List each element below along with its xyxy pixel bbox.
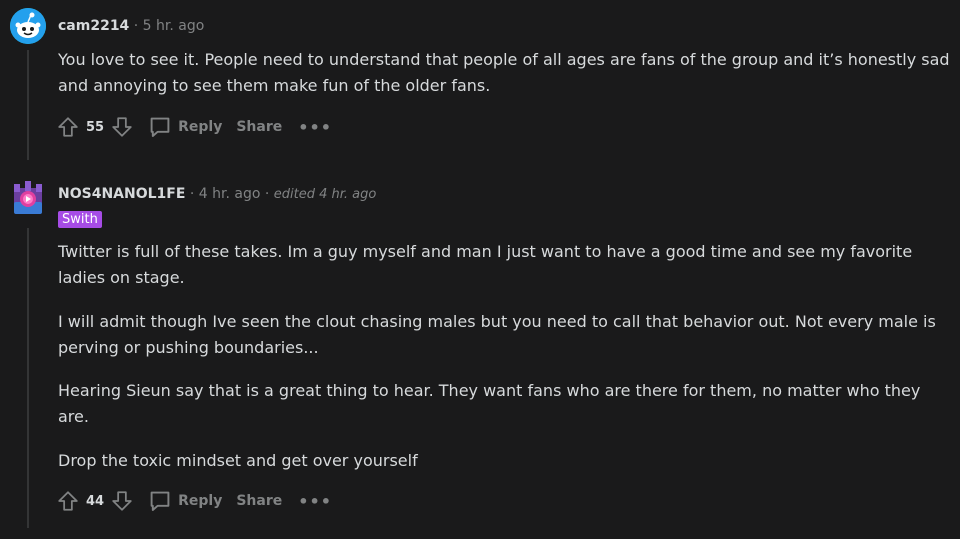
upvote-icon <box>58 491 78 511</box>
username[interactable]: cam2214 <box>58 18 129 34</box>
thread-line-1[interactable] <box>27 50 29 160</box>
vote-score: 44 <box>86 493 105 509</box>
upvote-button[interactable] <box>54 113 82 141</box>
snoo-avatar-icon <box>10 8 46 44</box>
comment-meta: NOS4NANOL1FE · 4 hr. ago · edited 4 hr. … <box>58 185 376 204</box>
comment-paragraph: You love to see it. People need to under… <box>58 50 950 95</box>
share-label: Share <box>236 119 283 135</box>
edited-timestamp: edited 4 hr. ago <box>273 187 377 202</box>
comment-paragraph: Twitter is full of these takes. Im a guy… <box>58 242 913 287</box>
share-label: Share <box>236 493 283 509</box>
comment-bubble-icon <box>150 117 170 137</box>
meta-separator: · <box>189 186 195 202</box>
reply-button[interactable]: Reply <box>148 115 222 139</box>
more-options-button[interactable]: ••• <box>298 118 332 137</box>
upvote-button[interactable] <box>54 487 82 515</box>
meta-separator: · <box>133 18 139 34</box>
avatar[interactable] <box>10 178 46 214</box>
user-flair: Swith <box>58 211 102 228</box>
comment-actions: 44 Reply Share ••• <box>54 486 332 516</box>
timestamp[interactable]: 5 hr. ago <box>143 18 205 34</box>
castle-avatar-icon <box>14 181 42 214</box>
downvote-icon <box>112 491 132 511</box>
avatar[interactable] <box>10 8 46 44</box>
upvote-icon <box>58 117 78 137</box>
downvote-button[interactable] <box>108 113 136 141</box>
reply-button[interactable]: Reply <box>148 489 222 513</box>
downvote-icon <box>112 117 132 137</box>
more-options-icon: ••• <box>298 117 332 137</box>
more-options-button[interactable]: ••• <box>298 492 332 511</box>
comment-paragraph: I will admit though Ive seen the clout c… <box>58 312 936 357</box>
vote-score: 55 <box>86 119 105 135</box>
comment-paragraph: Hearing Sieun say that is a great thing … <box>58 381 921 426</box>
comment-paragraph: Drop the toxic mindset and get over your… <box>58 451 418 470</box>
downvote-button[interactable] <box>108 487 136 515</box>
comment-meta: cam2214 · 5 hr. ago <box>58 17 204 35</box>
reply-label: Reply <box>178 119 223 135</box>
reply-label: Reply <box>178 493 223 509</box>
meta-separator: · <box>264 186 270 202</box>
share-button[interactable]: Share <box>236 493 282 509</box>
more-options-icon: ••• <box>298 491 332 511</box>
username[interactable]: NOS4NANOL1FE <box>58 186 185 202</box>
comment-actions: 55 Reply Share ••• <box>54 112 332 142</box>
comment-bubble-icon <box>150 491 170 511</box>
thread-line-2[interactable] <box>27 228 29 528</box>
timestamp[interactable]: 4 hr. ago <box>199 186 261 202</box>
share-button[interactable]: Share <box>236 119 282 135</box>
